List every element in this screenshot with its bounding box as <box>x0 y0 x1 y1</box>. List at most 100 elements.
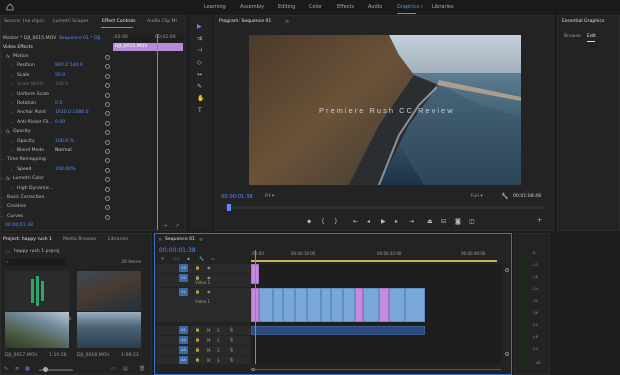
track-header[interactable]: V3 🔒 ◉ <box>155 264 251 273</box>
solo-button[interactable]: S <box>217 348 220 353</box>
eye-icon[interactable]: ◉ <box>207 289 211 294</box>
program-timecode[interactable]: 00:00:01:38 <box>221 194 253 200</box>
fx-badge-icon[interactable]: fx <box>6 130 10 134</box>
reset-parameter-icon[interactable] <box>105 139 110 145</box>
export-icon[interactable]: ↗ <box>175 223 179 229</box>
ripple-edit-tool-icon[interactable]: ⊣ <box>197 47 202 54</box>
program-playhead[interactable] <box>227 204 231 211</box>
workspace-editing[interactable]: Editing <box>278 5 295 10</box>
tab-source[interactable]: Source: (no clips) <box>4 19 44 25</box>
reset-parameter-icon[interactable] <box>105 73 110 79</box>
linked-selection-icon[interactable]: ⊂⊃ <box>173 256 180 261</box>
property-value[interactable]: 50.0 <box>55 73 65 79</box>
clip-video1[interactable] <box>283 288 295 322</box>
effect-clip-bar[interactable]: DJI_0015.MOV <box>113 43 183 51</box>
workspace-menu-icon[interactable]: » <box>420 4 423 10</box>
lock-track-icon[interactable]: 🔒 <box>195 357 200 362</box>
lock-icon[interactable]: ✎ <box>4 366 8 372</box>
list-view-icon[interactable]: ≣ <box>15 366 19 372</box>
microphone-icon[interactable]: 🎙 <box>229 347 234 352</box>
play-icon[interactable]: ▶ <box>381 218 386 225</box>
zoom-slider[interactable] <box>39 367 73 372</box>
mute-button[interactable]: M <box>207 358 210 363</box>
breadcrumb-master[interactable]: Master * DJI_0015.MOV <box>3 36 56 42</box>
reset-parameter-icon[interactable] <box>105 177 110 183</box>
hand-tool-icon[interactable]: ✋ <box>197 95 204 102</box>
expand-chevron-icon[interactable]: › <box>11 63 13 68</box>
reset-parameter-icon[interactable] <box>105 186 110 192</box>
effect-property-row[interactable]: › fx Opacity <box>1 128 113 137</box>
clip-video1[interactable] <box>389 288 405 322</box>
reset-parameter-icon[interactable] <box>105 149 110 154</box>
expand-chevron-icon[interactable]: › <box>11 139 13 144</box>
export-frame-icon[interactable]: ◙ <box>455 218 461 225</box>
lift-icon[interactable]: ⏏ <box>427 218 433 225</box>
reset-parameter-icon[interactable] <box>105 167 110 173</box>
slip-tool-icon[interactable]: ↔ <box>197 71 202 78</box>
effect-property-row[interactable]: › High Dynamic... <box>1 185 113 194</box>
track-target-button[interactable]: V3 <box>179 264 188 272</box>
track-target-button[interactable]: A3 <box>179 346 188 354</box>
expand-chevron-icon[interactable]: › <box>11 82 13 87</box>
effect-timecode[interactable]: 00:00:01:38 <box>5 223 33 229</box>
add-marker-icon[interactable]: ⬥ <box>187 256 190 261</box>
expand-chevron-icon[interactable]: › <box>1 195 3 200</box>
tab-browse[interactable]: Browse <box>564 34 581 40</box>
reset-parameter-icon[interactable] <box>105 120 110 126</box>
clip-video1[interactable] <box>295 288 307 322</box>
mute-button[interactable]: M <box>207 338 210 343</box>
tab-media-browser[interactable]: Media Browser <box>63 237 97 243</box>
track-header[interactable]: A4 🔒 M S 🎙 <box>155 356 251 364</box>
clip-video1[interactable] <box>307 288 321 322</box>
home-icon[interactable] <box>6 3 14 11</box>
property-value[interactable]: 1920.0 1080.0 <box>55 111 89 116</box>
expand-chevron-icon[interactable]: › <box>11 73 13 78</box>
clip-video1[interactable] <box>379 288 389 322</box>
tab-lumetri-scopes[interactable]: Lumetri Scopes <box>53 19 89 25</box>
filter-icon[interactable]: ⇥ <box>163 223 167 229</box>
expand-chevron-icon[interactable]: › <box>1 54 3 59</box>
workspace-graphics[interactable]: Graphics <box>397 5 419 10</box>
type-tool-icon[interactable]: T <box>198 107 202 114</box>
effect-property-row[interactable]: › Scale Width 100.0 <box>1 81 113 90</box>
expand-chevron-icon[interactable]: › <box>11 167 13 172</box>
reset-parameter-icon[interactable] <box>105 158 110 164</box>
track-select-tool-icon[interactable]: ⇉ <box>197 35 202 42</box>
solo-button[interactable]: S <box>217 338 220 343</box>
timeline-timecode[interactable]: 00:00:01:38 <box>159 248 196 254</box>
expand-chevron-icon[interactable]: › <box>11 101 13 106</box>
expand-chevron-icon[interactable]: › <box>11 148 13 153</box>
workspace-color[interactable]: Color <box>309 5 322 10</box>
microphone-icon[interactable]: 🎙 <box>229 357 234 362</box>
breadcrumb-sequence[interactable]: Sequence 01 * DJI... <box>59 36 105 42</box>
reset-parameter-icon[interactable] <box>105 64 110 70</box>
delete-icon[interactable]: 🗑 <box>139 366 145 372</box>
property-value[interactable]: 100.0 % <box>55 139 74 145</box>
zoom-slider-handle[interactable] <box>43 367 48 372</box>
new-bin-icon[interactable]: ▭ <box>111 366 116 372</box>
track-target-button[interactable]: V1 <box>179 288 188 296</box>
expand-chevron-icon[interactable]: › <box>11 110 13 115</box>
track-header[interactable]: V1 🔒 ◉ Video 1 <box>155 288 251 322</box>
add-marker-icon[interactable]: ⬥ <box>307 218 311 226</box>
tab-libraries[interactable]: Libraries <box>108 237 128 243</box>
tab-edit[interactable]: Edit <box>587 34 596 40</box>
effect-property-row[interactable]: › Uniform Scale <box>1 91 113 100</box>
workspace-effects[interactable]: Effects <box>337 5 354 10</box>
effect-property-row[interactable]: › fx Lumetri Color <box>1 175 113 184</box>
lock-track-icon[interactable]: 🔒 <box>195 337 200 342</box>
hscroll-track[interactable] <box>255 369 501 370</box>
effect-property-row[interactable]: › Anchor Point 1920.0 1080.0 <box>1 109 113 118</box>
effect-property-row[interactable]: › Anti-flicker Fil... 0.00 <box>1 119 113 128</box>
pen-tool-icon[interactable]: ✎ <box>197 83 202 90</box>
reset-parameter-icon[interactable] <box>105 92 110 98</box>
expand-chevron-icon[interactable]: › <box>11 92 13 97</box>
fx-badge-icon[interactable]: fx <box>6 55 10 59</box>
quality-dropdown[interactable]: Full ▾ <box>471 194 483 200</box>
program-scrub-bar[interactable] <box>225 204 545 211</box>
effect-property-row[interactable]: › Blend Mode Normal <box>1 147 113 156</box>
property-value[interactable]: 100.00% <box>55 167 75 173</box>
lock-track-icon[interactable]: 🔒 <box>195 347 200 352</box>
icon-view-icon[interactable]: ▦ <box>25 366 30 372</box>
workspace-assembly[interactable]: Assembly <box>240 5 264 10</box>
